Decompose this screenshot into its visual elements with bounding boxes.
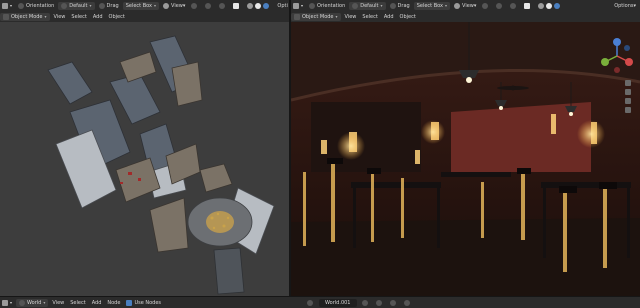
object-mode-icon xyxy=(3,13,9,20)
fake-user-button[interactable] xyxy=(360,299,372,307)
transform-pivot-button-right[interactable] xyxy=(480,2,492,10)
snap-button-right[interactable] xyxy=(494,2,506,10)
drag-icon xyxy=(389,2,396,9)
overlay-icon xyxy=(233,2,240,9)
node-editor-type-menu[interactable]: ▾ xyxy=(0,299,14,307)
world-browse-button[interactable] xyxy=(305,299,317,307)
rendered-shading-icon xyxy=(263,2,270,9)
object-mode-icon xyxy=(294,13,300,20)
left-viewport-header: ▾ Orientation Default ▾ Drag Select Box ▾ … xyxy=(0,0,289,11)
navigation-gizmo[interactable] xyxy=(597,36,637,76)
drag-label: Drag xyxy=(97,2,121,10)
interaction-mode-dropdown[interactable]: Object Mode ▾ xyxy=(0,12,50,21)
node-menu-view[interactable]: View xyxy=(50,299,66,307)
overlay-button[interactable] xyxy=(231,2,243,10)
transform-orientation-label-right: Orientation xyxy=(307,2,347,10)
top-down-scene-render xyxy=(47,35,275,295)
close-icon xyxy=(389,299,396,306)
pin-button[interactable] xyxy=(402,299,414,307)
copy-icon xyxy=(375,299,382,306)
3d-viewport-icon xyxy=(2,2,8,9)
view-icon xyxy=(454,2,461,9)
proportional-edit-button[interactable] xyxy=(217,2,229,10)
editor-type-menu[interactable]: ▾ xyxy=(0,2,14,10)
options-menu[interactable]: Opti xyxy=(275,2,289,10)
view-icon xyxy=(163,2,170,9)
gizmo-x-axis[interactable] xyxy=(625,58,633,66)
proportional-edit-button-right[interactable] xyxy=(508,2,520,10)
camera-icon[interactable] xyxy=(625,98,631,104)
shield-icon xyxy=(361,299,368,306)
pin-icon xyxy=(403,299,410,306)
checkbox-checked-icon xyxy=(126,299,133,306)
right-3d-viewport[interactable] xyxy=(291,22,640,296)
unlink-world-button[interactable] xyxy=(388,299,400,307)
rendered-shading-icon xyxy=(554,2,561,9)
overlay-button-right[interactable] xyxy=(522,2,534,10)
node-menu-add[interactable]: Add xyxy=(90,299,104,307)
shader-type-dropdown[interactable]: World ▾ xyxy=(16,298,49,307)
world-icon xyxy=(19,299,26,306)
view-layer-menu[interactable]: View ▾ xyxy=(161,2,187,10)
pivot-icon xyxy=(191,2,198,9)
proportional-icon xyxy=(219,2,226,9)
gizmo-z-axis[interactable] xyxy=(613,38,621,46)
transform-orientation-label: Orientation xyxy=(16,2,56,10)
snap-icon xyxy=(496,2,503,9)
axes-icon xyxy=(352,2,359,9)
right-viewport-header: ▾ Orientation Default ▾ Drag Select Box ▾ … xyxy=(291,0,640,11)
menu-add[interactable]: Add xyxy=(91,13,105,21)
gizmo-y-axis[interactable] xyxy=(601,58,609,66)
shading-buttons-right[interactable] xyxy=(536,2,564,10)
snap-button[interactable] xyxy=(203,2,215,10)
node-menu-node[interactable]: Node xyxy=(105,299,122,307)
world-name-field[interactable]: World.001 xyxy=(319,298,357,307)
menu-object[interactable]: Object xyxy=(107,13,127,21)
zoom-icon[interactable] xyxy=(625,80,631,86)
orientation-icon xyxy=(18,2,25,9)
proportional-icon xyxy=(510,2,517,9)
menu-view-right[interactable]: View xyxy=(343,13,359,21)
solid-shading-icon xyxy=(538,2,545,9)
drag-select-dropdown[interactable]: Select Box ▾ xyxy=(122,1,160,10)
material-shading-icon xyxy=(255,2,262,9)
node-editor-icon xyxy=(2,299,8,306)
view-layer-menu-right[interactable]: View ▾ xyxy=(452,2,478,10)
left-3d-viewport[interactable] xyxy=(0,22,289,296)
drag-icon xyxy=(98,2,105,9)
drag-select-dropdown-right[interactable]: Select Box ▾ xyxy=(413,1,451,10)
interaction-mode-dropdown-right[interactable]: Object Mode ▾ xyxy=(291,12,341,21)
menu-add-right[interactable]: Add xyxy=(382,13,396,21)
transform-pivot-button[interactable] xyxy=(189,2,201,10)
menu-object-right[interactable]: Object xyxy=(398,13,418,21)
left-viewport-menubar: Object Mode ▾ View Select Add Object xyxy=(0,11,289,22)
menu-view[interactable]: View xyxy=(52,13,68,21)
use-nodes-toggle[interactable]: Use Nodes xyxy=(124,299,163,307)
overlay-icon xyxy=(524,2,531,9)
grid-icon[interactable] xyxy=(625,107,631,113)
options-menu-right[interactable]: Options ▾ xyxy=(612,2,638,10)
menu-select-right[interactable]: Select xyxy=(360,13,379,21)
orientation-dropdown[interactable]: Default ▾ xyxy=(58,1,95,10)
axes-icon xyxy=(61,2,68,9)
world-browse-icon xyxy=(307,299,314,306)
node-menu-select[interactable]: Select xyxy=(68,299,87,307)
pivot-icon xyxy=(482,2,489,9)
3d-viewport-icon xyxy=(293,2,299,9)
orientation-dropdown-right[interactable]: Default ▾ xyxy=(349,1,386,10)
material-shading-icon xyxy=(546,2,553,9)
menu-select[interactable]: Select xyxy=(69,13,88,21)
snap-icon xyxy=(205,2,212,9)
right-viewport-menubar: Object Mode ▾ View Select Add Object xyxy=(291,11,640,22)
rendered-interior-scene xyxy=(291,22,640,296)
shading-solid-button[interactable] xyxy=(245,2,273,10)
view-tools-column xyxy=(625,80,633,113)
editor-type-menu-right[interactable]: ▾ xyxy=(291,2,305,10)
node-editor-header: ▾ World ▾ View Select Add Node Use Nodes … xyxy=(0,296,640,308)
solid-shading-icon xyxy=(247,2,254,9)
duplicate-world-button[interactable] xyxy=(374,299,386,307)
drag-label-right: Drag xyxy=(388,2,412,10)
pan-icon[interactable] xyxy=(625,89,631,95)
orientation-icon xyxy=(309,2,316,9)
